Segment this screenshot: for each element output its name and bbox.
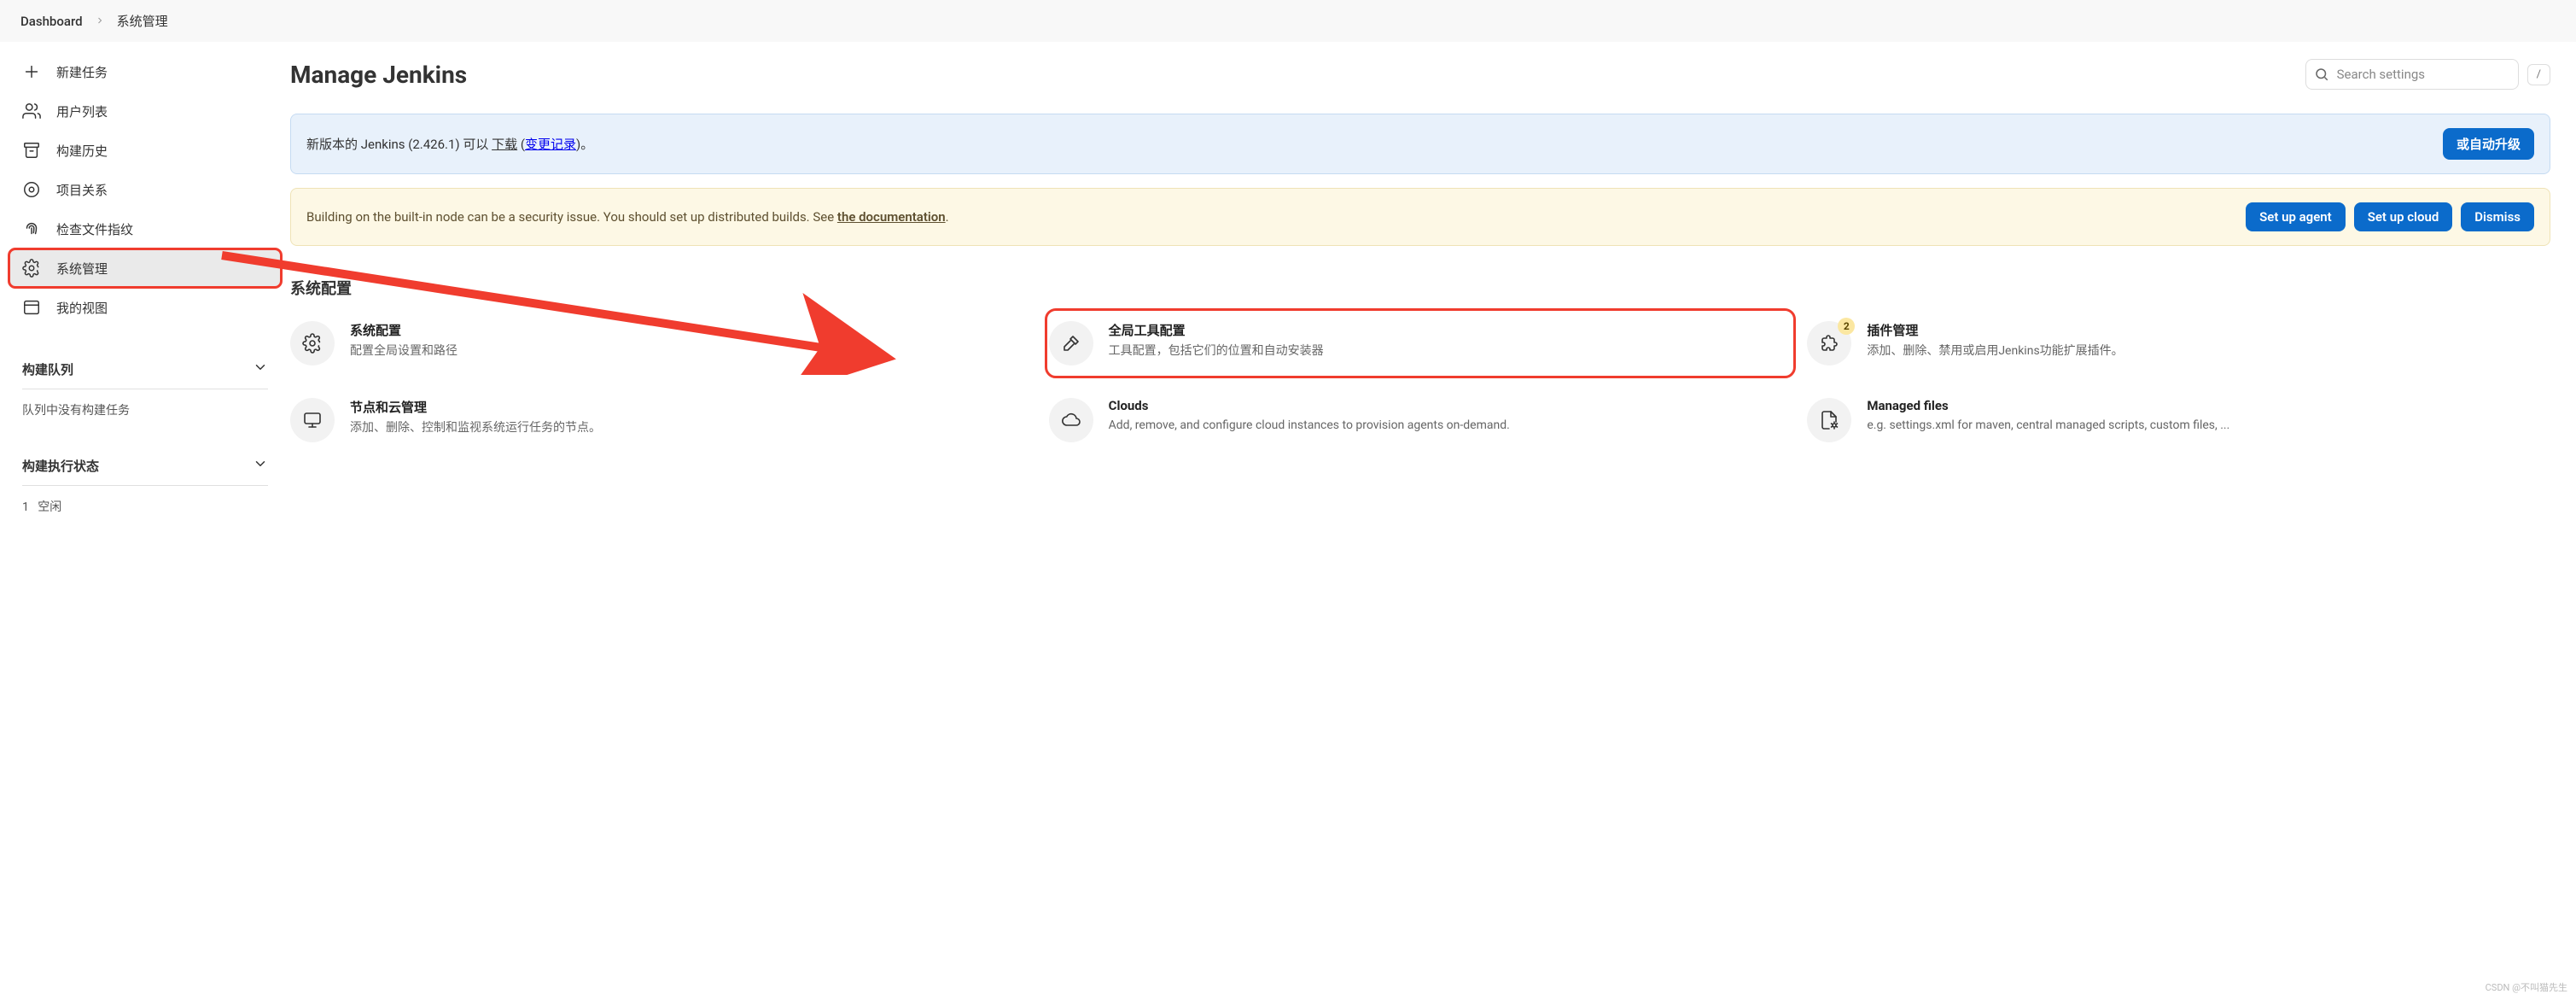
sidebar-item-label: 项目关系 bbox=[56, 181, 108, 199]
gear-icon bbox=[290, 321, 335, 365]
sidebar-item-label: 用户列表 bbox=[56, 102, 108, 120]
hammer-icon bbox=[1049, 321, 1093, 365]
period: . bbox=[946, 209, 949, 225]
tile-title: 系统配置 bbox=[350, 321, 458, 339]
plus-icon bbox=[22, 62, 41, 81]
build-queue-section: 构建队列 队列中没有构建任务 bbox=[9, 353, 282, 424]
executor-title: 构建执行状态 bbox=[22, 457, 99, 475]
executor-idle-num: 1 bbox=[22, 500, 29, 514]
build-queue-header[interactable]: 构建队列 bbox=[9, 353, 282, 385]
main: Manage Jenkins / 新版本的 Jenkins (2.426.1) … bbox=[290, 42, 2576, 1000]
sidebar-item-history[interactable]: 构建历史 bbox=[9, 131, 282, 170]
breadcrumb: Dashboard 系统管理 bbox=[0, 0, 2576, 42]
close-paren: )。 bbox=[576, 137, 593, 152]
monitor-icon bbox=[290, 398, 335, 442]
update-notice-text: 新版本的 Jenkins (2.426.1) 可以 下载 (变更记录)。 bbox=[306, 135, 593, 153]
executor-header[interactable]: 构建执行状态 bbox=[9, 449, 282, 482]
puzzle-icon: 2 bbox=[1807, 321, 1851, 365]
executor-idle-label: 空闲 bbox=[38, 500, 61, 514]
sidebar-item-relations[interactable]: 项目关系 bbox=[9, 170, 282, 209]
changelog-link[interactable]: 变更记录 bbox=[525, 137, 576, 152]
tile-global-tool-config[interactable]: 全局工具配置 工具配置，包括它们的位置和自动安装器 bbox=[1049, 313, 1792, 374]
sidebar-item-fingerprint[interactable]: 检查文件指纹 bbox=[9, 209, 282, 249]
archive-icon bbox=[22, 141, 41, 160]
sidebar-item-label: 检查文件指纹 bbox=[56, 220, 133, 238]
plugin-badge: 2 bbox=[1838, 318, 1855, 335]
chevron-down-icon bbox=[253, 360, 268, 378]
security-notice-text: Building on the built-in node can be a s… bbox=[306, 209, 949, 225]
setup-agent-button[interactable]: Set up agent bbox=[2246, 202, 2346, 231]
search-icon bbox=[2314, 67, 2329, 82]
tile-title: Managed files bbox=[1867, 398, 2229, 413]
tile-plugin-manager[interactable]: 2 插件管理 添加、删除、禁用或启用Jenkins功能扩展插件。 bbox=[1807, 313, 2550, 374]
tile-desc: 添加、删除、控制和监视系统运行任务的节点。 bbox=[350, 419, 601, 437]
tile-grid: 系统配置 配置全局设置和路径 全局工具配置 工具配置，包括它们的位置和自动安装器… bbox=[290, 313, 2550, 451]
chevron-right-icon bbox=[95, 14, 105, 29]
sidebar: 新建任务 用户列表 构建历史 项目关系 检查文件指纹 系统管理 bbox=[0, 42, 290, 1000]
update-notice: 新版本的 Jenkins (2.426.1) 可以 下载 (变更记录)。 或自动… bbox=[290, 114, 2550, 174]
breadcrumb-root[interactable]: Dashboard bbox=[20, 14, 83, 29]
file-gear-icon bbox=[1807, 398, 1851, 442]
search-input[interactable] bbox=[2305, 59, 2519, 90]
tile-title: 节点和云管理 bbox=[350, 398, 601, 416]
tile-desc: 配置全局设置和路径 bbox=[350, 342, 458, 360]
tile-desc: e.g. settings.xml for maven, central man… bbox=[1867, 417, 2229, 435]
download-link[interactable]: 下载 bbox=[492, 137, 517, 152]
tile-nodes[interactable]: 节点和云管理 添加、删除、控制和监视系统运行任务的节点。 bbox=[290, 389, 1034, 451]
tile-clouds[interactable]: Clouds Add, remove, and configure cloud … bbox=[1049, 389, 1792, 451]
fingerprint-icon bbox=[22, 219, 41, 238]
build-queue-title: 构建队列 bbox=[22, 360, 73, 378]
window-icon bbox=[22, 298, 41, 317]
tile-desc: 工具配置，包括它们的位置和自动安装器 bbox=[1109, 342, 1324, 360]
tile-system-config[interactable]: 系统配置 配置全局设置和路径 bbox=[290, 313, 1034, 374]
tile-title: 全局工具配置 bbox=[1109, 321, 1324, 339]
sidebar-item-myviews[interactable]: 我的视图 bbox=[9, 288, 282, 327]
sidebar-item-label: 我的视图 bbox=[56, 299, 108, 317]
tile-desc: Add, remove, and configure cloud instanc… bbox=[1109, 417, 1510, 435]
tile-title: 插件管理 bbox=[1867, 321, 2123, 339]
shortcut-hint: / bbox=[2527, 64, 2550, 85]
sidebar-item-label: 新建任务 bbox=[56, 63, 108, 81]
sidebar-item-label: 系统管理 bbox=[56, 260, 108, 278]
build-queue-empty: 队列中没有构建任务 bbox=[9, 396, 282, 424]
executor-section: 构建执行状态 1 空闲 bbox=[9, 449, 282, 520]
auto-upgrade-button[interactable]: 或自动升级 bbox=[2443, 128, 2534, 160]
security-notice: Building on the built-in node can be a s… bbox=[290, 188, 2550, 246]
documentation-link[interactable]: the documentation bbox=[837, 209, 946, 225]
security-text: Building on the built-in node can be a s… bbox=[306, 209, 837, 225]
sidebar-item-label: 构建历史 bbox=[56, 142, 108, 160]
breadcrumb-current[interactable]: 系统管理 bbox=[117, 12, 168, 30]
dismiss-button[interactable]: Dismiss bbox=[2461, 202, 2534, 231]
sidebar-item-users[interactable]: 用户列表 bbox=[9, 91, 282, 131]
search-wrap: / bbox=[2305, 59, 2550, 90]
page-title: Manage Jenkins bbox=[290, 61, 467, 89]
divider bbox=[22, 485, 268, 486]
section-title: 系统配置 bbox=[290, 277, 2550, 299]
sidebar-item-new[interactable]: 新建任务 bbox=[9, 52, 282, 91]
gear-icon bbox=[22, 259, 41, 278]
update-prefix: 新版本的 Jenkins (2.426.1) 可以 bbox=[306, 137, 488, 152]
sidebar-item-manage[interactable]: 系统管理 bbox=[9, 249, 282, 288]
cloud-icon bbox=[1049, 398, 1093, 442]
target-icon bbox=[22, 180, 41, 199]
setup-cloud-button[interactable]: Set up cloud bbox=[2354, 202, 2453, 231]
tile-title: Clouds bbox=[1109, 398, 1510, 413]
tile-desc: 添加、删除、禁用或启用Jenkins功能扩展插件。 bbox=[1867, 342, 2123, 360]
tile-managed-files[interactable]: Managed files e.g. settings.xml for mave… bbox=[1807, 389, 2550, 451]
executor-idle-row: 1 空闲 bbox=[9, 493, 282, 520]
watermark: CSDN @不叫猫先生 bbox=[2486, 980, 2567, 994]
users-icon bbox=[22, 102, 41, 120]
chevron-down-icon bbox=[253, 456, 268, 475]
